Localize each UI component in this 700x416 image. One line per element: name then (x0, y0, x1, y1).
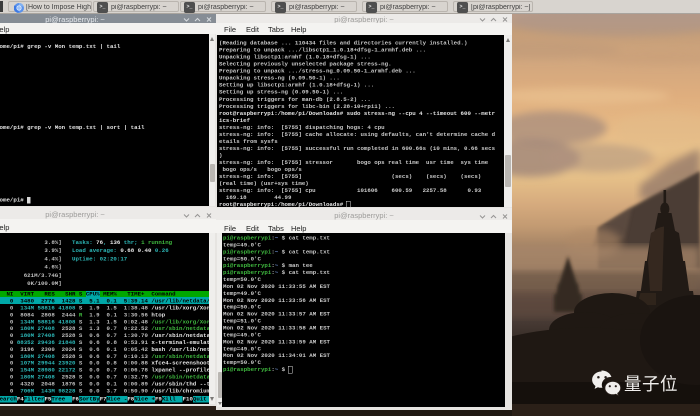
svg-text:量子位: 量子位 (624, 374, 678, 394)
